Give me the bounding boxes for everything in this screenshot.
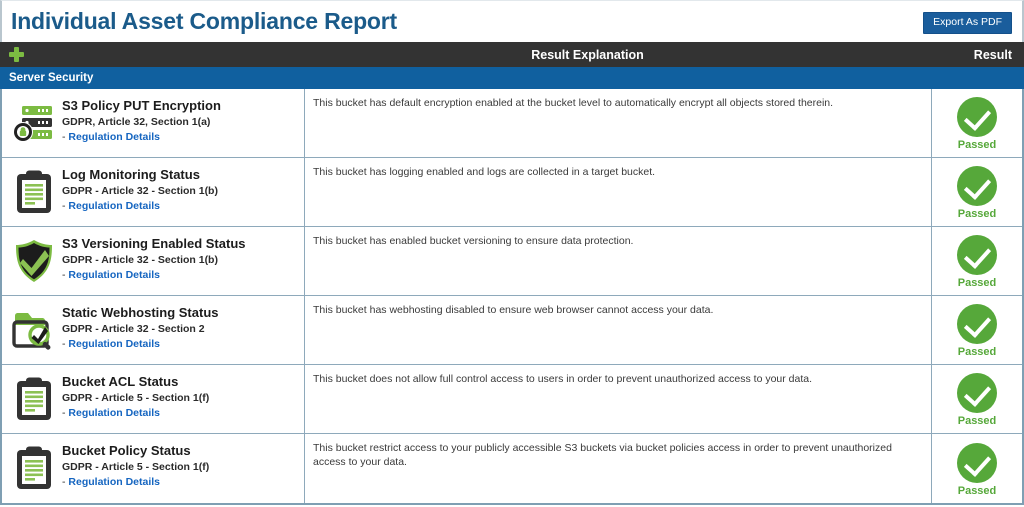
table-row: Log Monitoring Status GDPR - Article 32 … [2, 158, 1022, 227]
folder-search-check-icon [10, 304, 58, 356]
result-cell: Passed [932, 89, 1022, 157]
asset-text: S3 Versioning Enabled Status GDPR - Arti… [58, 235, 246, 283]
result-cell: Passed [932, 158, 1022, 226]
asset-link-line: - Regulation Details [62, 475, 209, 490]
shield-check-icon [10, 235, 58, 287]
asset-cell: Log Monitoring Status GDPR - Article 32 … [2, 158, 305, 226]
check-circle-icon [957, 442, 997, 483]
plus-icon[interactable] [9, 47, 24, 62]
asset-regulation: GDPR - Article 5 - Section 1(f) [62, 391, 210, 404]
asset-cell: S3 Policy PUT Encryption GDPR, Article 3… [2, 89, 305, 157]
status-badge: Passed [957, 277, 997, 289]
clipboard-icon [10, 442, 58, 494]
check-circle-icon [957, 166, 997, 206]
explanation-cell: This bucket has enabled bucket versionin… [305, 227, 932, 295]
table-row: S3 Versioning Enabled Status GDPR - Arti… [2, 227, 1022, 296]
table-row: Bucket ACL Status GDPR - Article 5 - Sec… [2, 365, 1022, 434]
asset-name: S3 Versioning Enabled Status [62, 236, 246, 251]
asset-cell: S3 Versioning Enabled Status GDPR - Arti… [2, 227, 305, 295]
asset-link-line: - Regulation Details [62, 199, 218, 214]
regulation-details-link[interactable]: Regulation Details [68, 131, 160, 143]
server-lock-icon [10, 97, 58, 149]
explanation-cell: This bucket restrict access to your publ… [305, 434, 932, 503]
asset-link-line: - Regulation Details [62, 406, 209, 421]
asset-text: Static Webhosting Status GDPR - Article … [58, 304, 219, 352]
asset-link-line: - Regulation Details [62, 268, 246, 283]
result-cell: Passed [932, 365, 1022, 433]
asset-regulation: GDPR - Article 32 - Section 1(b) [62, 184, 218, 197]
table-row: Bucket Policy Status GDPR - Article 5 - … [2, 434, 1022, 503]
check-circle-icon [957, 97, 997, 137]
clipboard-icon [10, 166, 58, 218]
asset-name: S3 Policy PUT Encryption [62, 98, 221, 113]
regulation-details-link[interactable]: Regulation Details [68, 407, 160, 419]
asset-cell: Static Webhosting Status GDPR - Article … [2, 296, 305, 364]
asset-link-line: - Regulation Details [62, 337, 219, 352]
column-header-asset [0, 47, 305, 62]
explanation-cell: This bucket has default encryption enabl… [305, 89, 932, 157]
explanation-cell: This bucket has webhosting disabled to e… [305, 296, 932, 364]
asset-text: Bucket ACL Status GDPR - Article 5 - Sec… [58, 373, 209, 421]
group-header-label: Server Security [9, 72, 94, 84]
export-as-pdf-button[interactable]: Export As PDF [923, 12, 1012, 34]
explanation-cell: This bucket does not allow full control … [305, 365, 932, 433]
regulation-details-link[interactable]: Regulation Details [68, 269, 160, 281]
asset-name: Bucket ACL Status [62, 374, 179, 389]
table-row: S3 Policy PUT Encryption GDPR, Article 3… [2, 89, 1022, 158]
check-circle-icon [957, 304, 997, 344]
status-badge: Passed [957, 415, 997, 427]
asset-text: S3 Policy PUT Encryption GDPR, Article 3… [58, 97, 221, 145]
asset-name: Bucket Policy Status [62, 443, 191, 458]
regulation-details-link[interactable]: Regulation Details [68, 338, 160, 350]
column-header-explanation: Result Explanation [531, 47, 644, 62]
asset-cell: Bucket Policy Status GDPR - Article 5 - … [2, 434, 305, 503]
check-circle-icon [957, 235, 997, 275]
report-titlebar: Individual Asset Compliance Report Expor… [0, 0, 1024, 42]
status-badge: Passed [957, 484, 997, 497]
compliance-table-body: S3 Policy PUT Encryption GDPR, Article 3… [0, 89, 1024, 505]
page-title: Individual Asset Compliance Report [11, 8, 397, 34]
regulation-details-link[interactable]: Regulation Details [68, 476, 160, 488]
column-header-result: Result [973, 47, 1012, 62]
asset-text: Log Monitoring Status GDPR - Article 32 … [58, 166, 218, 214]
asset-regulation: GDPR - Article 32 - Section 1(b) [62, 253, 218, 266]
asset-text: Bucket Policy Status GDPR - Article 5 - … [58, 442, 209, 490]
asset-name: Log Monitoring Status [62, 167, 200, 182]
compliance-report-page: Individual Asset Compliance Report Expor… [0, 0, 1024, 507]
table-row: Static Webhosting Status GDPR - Article … [2, 296, 1022, 365]
check-circle-icon [957, 373, 997, 413]
asset-cell: Bucket ACL Status GDPR - Article 5 - Sec… [2, 365, 305, 433]
result-cell: Passed [932, 434, 1022, 503]
asset-regulation: GDPR - Article 32 - Section 2 [62, 322, 205, 335]
explanation-cell: This bucket has logging enabled and logs… [305, 158, 932, 226]
regulation-details-link[interactable]: Regulation Details [68, 200, 160, 212]
result-cell: Passed [932, 296, 1022, 364]
result-cell: Passed [932, 227, 1022, 295]
status-badge: Passed [957, 208, 997, 220]
asset-regulation: GDPR, Article 32, Section 1(a) [62, 115, 211, 128]
status-badge: Passed [957, 346, 997, 358]
asset-regulation: GDPR - Article 5 - Section 1(f) [62, 460, 210, 473]
asset-name: Static Webhosting Status [62, 305, 219, 320]
clipboard-icon [10, 373, 58, 425]
group-header-server-security[interactable]: Server Security [0, 67, 1024, 89]
asset-link-line: - Regulation Details [62, 130, 221, 145]
table-column-header: Result Explanation Result [0, 42, 1024, 67]
status-badge: Passed [957, 139, 997, 151]
